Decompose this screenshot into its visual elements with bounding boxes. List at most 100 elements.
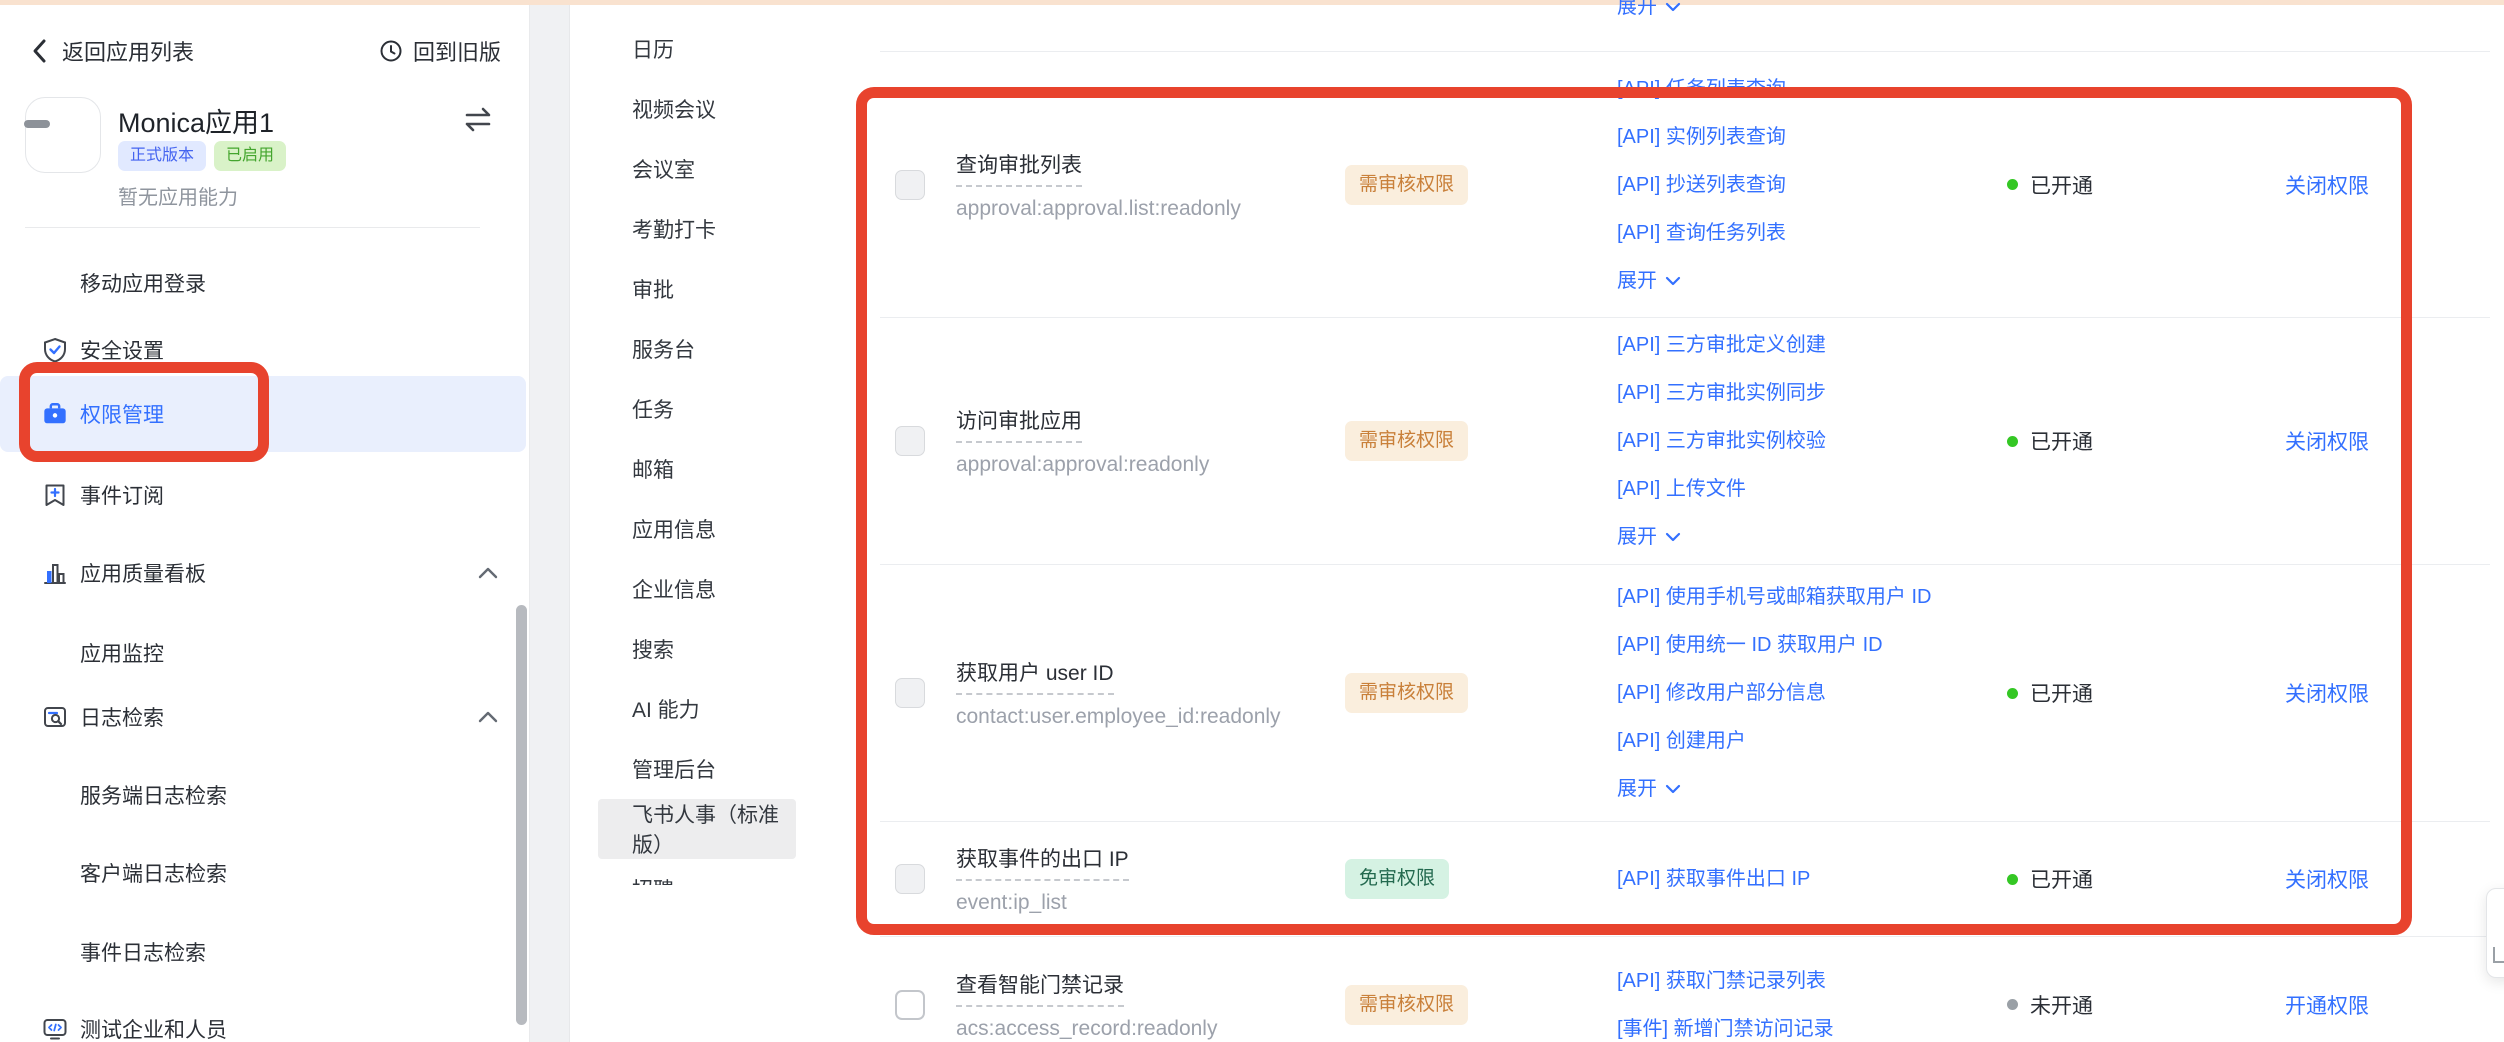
sidebar-item-label: 应用质量看板 xyxy=(80,563,206,586)
sidebar-item-label: 移动应用登录 xyxy=(80,273,206,296)
expand-link[interactable]: 展开 xyxy=(1617,257,1786,305)
back-link-label: 返回应用列表 xyxy=(62,40,195,65)
api-link[interactable]: [API] 抄送列表查询 xyxy=(1617,161,1786,209)
sidebar-item-log-search[interactable]: 日志检索 xyxy=(0,689,530,745)
api-link[interactable]: [API] 三方审批实例同步 xyxy=(1617,369,1826,417)
permission-row: 访问审批应用 approval:approval:readonly 需审核权限 … xyxy=(880,318,2490,565)
expand-link[interactable]: 展开 xyxy=(1617,513,1826,561)
api-link[interactable]: [API] 上传文件 xyxy=(1617,465,1826,513)
api-link[interactable]: [API] 三方审批实例校验 xyxy=(1617,417,1826,465)
back-to-old-version-link[interactable]: 回到旧版 xyxy=(379,35,501,67)
switch-app-icon[interactable] xyxy=(461,105,495,135)
sidebar-item-label: 权限管理 xyxy=(80,404,164,427)
panel-gutter xyxy=(530,5,570,1042)
chevron-down-icon xyxy=(1665,784,1681,794)
api-link[interactable]: [API] 使用手机号或邮箱获取用户 ID xyxy=(1617,573,1931,621)
category-approval[interactable]: 审批 xyxy=(598,259,796,319)
sidebar-item-test-company-users[interactable]: 测试企业和人员 xyxy=(0,1001,530,1042)
chevron-up-icon[interactable] xyxy=(478,567,498,579)
permission-row-partial: 展开 xyxy=(880,0,2490,52)
sidebar-item-event-subscription[interactable]: 事件订阅 xyxy=(0,467,530,523)
api-link[interactable]: [API] 获取事件出口 IP xyxy=(1617,855,1810,903)
close-permission-link[interactable]: 关闭权限 xyxy=(2285,864,2369,894)
permission-list: 展开 查询审批列表 approval:approval.list:readonl… xyxy=(802,0,2504,1042)
version-badge: 正式版本 xyxy=(118,141,207,171)
expand-link[interactable]: 展开 xyxy=(1617,765,1931,813)
category-attendance[interactable]: 考勤打卡 xyxy=(598,199,796,259)
api-link[interactable]: [API] 实例列表查询 xyxy=(1617,113,1786,161)
app-name: Monica应用1 xyxy=(118,108,275,138)
chevron-left-icon xyxy=(30,38,50,64)
category-company-info[interactable]: 企业信息 xyxy=(598,559,796,619)
category-calendar[interactable]: 日历 xyxy=(598,19,796,79)
permission-code: event:ip_list xyxy=(956,891,1067,914)
expand-link[interactable]: 展开 xyxy=(1617,0,1681,31)
shield-check-icon xyxy=(42,337,68,363)
sidebar-item-server-log-search[interactable]: 服务端日志检索 xyxy=(0,767,530,823)
sidebar-item-label: 测试企业和人员 xyxy=(80,1019,227,1042)
category-recruiting[interactable]: 招聘 xyxy=(598,859,796,885)
open-permission-link[interactable]: 开通权限 xyxy=(2285,990,2369,1020)
sidebar-scrollbar-thumb[interactable] xyxy=(516,605,527,1025)
api-link[interactable]: [API] 创建用户 xyxy=(1617,717,1931,765)
api-link[interactable]: [API] 查询任务列表 xyxy=(1617,209,1786,257)
api-link[interactable]: [API] 修改用户部分信息 xyxy=(1617,669,1931,717)
category-search[interactable]: 搜索 xyxy=(598,619,796,679)
sidebar-item-mobile-app-login[interactable]: 移动应用登录 xyxy=(0,255,530,311)
row-checkbox[interactable] xyxy=(895,989,925,1020)
no-review-tag: 免审权限 xyxy=(1345,859,1450,899)
permission-row: 查看智能门禁记录 acs:access_record:readonly 需审核权… xyxy=(880,937,2490,1042)
row-checkbox[interactable] xyxy=(895,864,925,894)
close-permission-link[interactable]: 关闭权限 xyxy=(2285,170,2369,200)
history-clock-icon xyxy=(379,39,403,63)
category-helpdesk[interactable]: 服务台 xyxy=(598,319,796,379)
row-checkbox[interactable] xyxy=(895,426,925,456)
api-link[interactable]: [API] 任务列表查询 xyxy=(1617,65,1786,113)
permission-code: contact:user.employee_id:readonly xyxy=(956,705,1281,728)
category-meeting-room[interactable]: 会议室 xyxy=(598,139,796,199)
sidebar-item-client-log-search[interactable]: 客户端日志检索 xyxy=(0,845,530,901)
sidebar-item-label: 事件订阅 xyxy=(80,485,164,508)
review-required-tag: 需审核权限 xyxy=(1345,421,1469,461)
developer-console-screen: 返回应用列表 回到旧版 Monica应用1 正式版本 已启用 暂无应用能力 移动… xyxy=(0,0,2504,1042)
category-ai[interactable]: AI 能力 xyxy=(598,679,796,739)
permission-row: 获取用户 user ID contact:user.employee_id:re… xyxy=(880,565,2490,822)
permission-row: 查询审批列表 approval:approval.list:readonly 需… xyxy=(880,52,2490,318)
row-checkbox[interactable] xyxy=(895,678,925,708)
sidebar-item-label: 事件日志检索 xyxy=(80,942,206,965)
status-not-opened: 未开通 xyxy=(2007,990,2093,1020)
category-video-meeting[interactable]: 视频会议 xyxy=(598,79,796,139)
api-link[interactable]: [API] 三方审批定义创建 xyxy=(1617,321,1826,369)
old-version-label: 回到旧版 xyxy=(412,40,501,65)
category-task[interactable]: 任务 xyxy=(598,379,796,439)
sidebar-item-label: 客户端日志检索 xyxy=(80,863,227,886)
category-feishu-hr-standard[interactable]: 飞书人事（标准版） xyxy=(598,799,796,859)
category-admin[interactable]: 管理后台 xyxy=(598,739,796,799)
event-link[interactable]: [事件] 新增门禁访问记录 xyxy=(1617,1005,1834,1042)
permission-code: approval:approval:readonly xyxy=(956,453,1210,476)
sidebar-item-permission-management[interactable]: 权限管理 xyxy=(0,386,530,442)
close-permission-link[interactable]: 关闭权限 xyxy=(2285,426,2369,456)
permission-category-list: 日历 视频会议 会议室 考勤打卡 审批 服务台 任务 邮箱 应用信息 企业信息 … xyxy=(570,5,802,885)
sidebar-item-app-quality-board[interactable]: 应用质量看板 xyxy=(0,545,530,601)
sidebar-item-label: 安全设置 xyxy=(80,340,164,363)
back-to-app-list-link[interactable]: 返回应用列表 xyxy=(30,35,194,67)
api-link[interactable]: [API] 使用统一 ID 获取用户 ID xyxy=(1617,621,1931,669)
status-dot-green xyxy=(2007,687,2018,699)
category-app-info[interactable]: 应用信息 xyxy=(598,499,796,559)
api-link[interactable]: [API] 获取门禁记录列表 xyxy=(1617,957,1834,1005)
chevron-up-icon[interactable] xyxy=(478,711,498,723)
row-checkbox[interactable] xyxy=(895,169,925,200)
status-dot-green xyxy=(2007,179,2018,190)
enabled-badge: 已启用 xyxy=(214,141,287,171)
floating-helper-widget[interactable] xyxy=(2486,888,2504,978)
status-opened: 已开通 xyxy=(2007,170,2093,200)
sidebar-item-event-log-search[interactable]: 事件日志检索 xyxy=(0,924,530,980)
sidebar-item-app-monitoring[interactable]: 应用监控 xyxy=(0,625,530,681)
bar-chart-icon xyxy=(42,560,68,586)
sidebar-item-security-settings[interactable]: 安全设置 xyxy=(0,322,530,378)
category-mail[interactable]: 邮箱 xyxy=(598,439,796,499)
sidebar-item-label: 服务端日志检索 xyxy=(80,785,227,808)
permission-row: 获取事件的出口 IP event:ip_list 免审权限 [API] 获取事件… xyxy=(880,822,2490,937)
close-permission-link[interactable]: 关闭权限 xyxy=(2285,678,2369,708)
